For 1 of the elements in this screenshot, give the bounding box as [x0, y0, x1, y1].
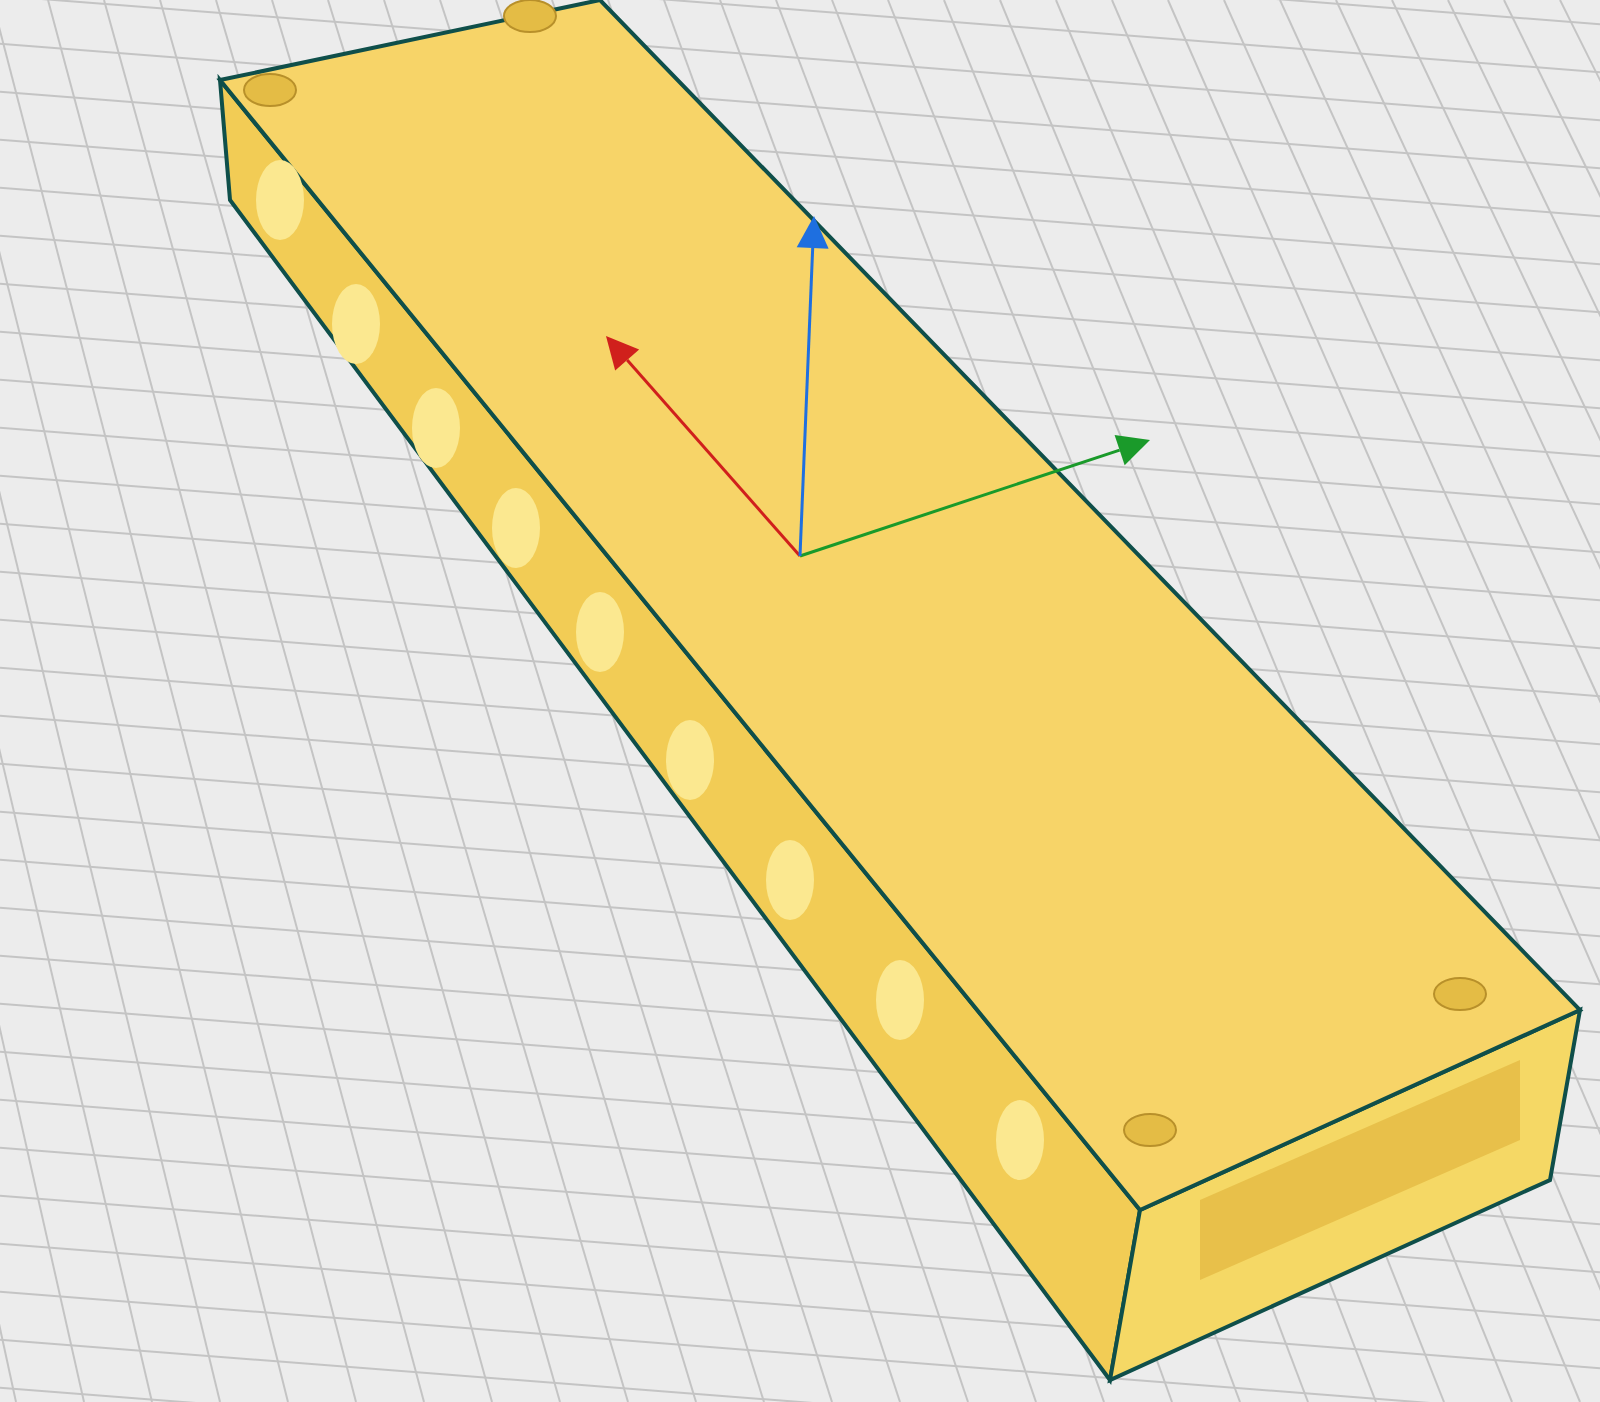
- box-model-drawing[interactable]: [216, 0, 1584, 1385]
